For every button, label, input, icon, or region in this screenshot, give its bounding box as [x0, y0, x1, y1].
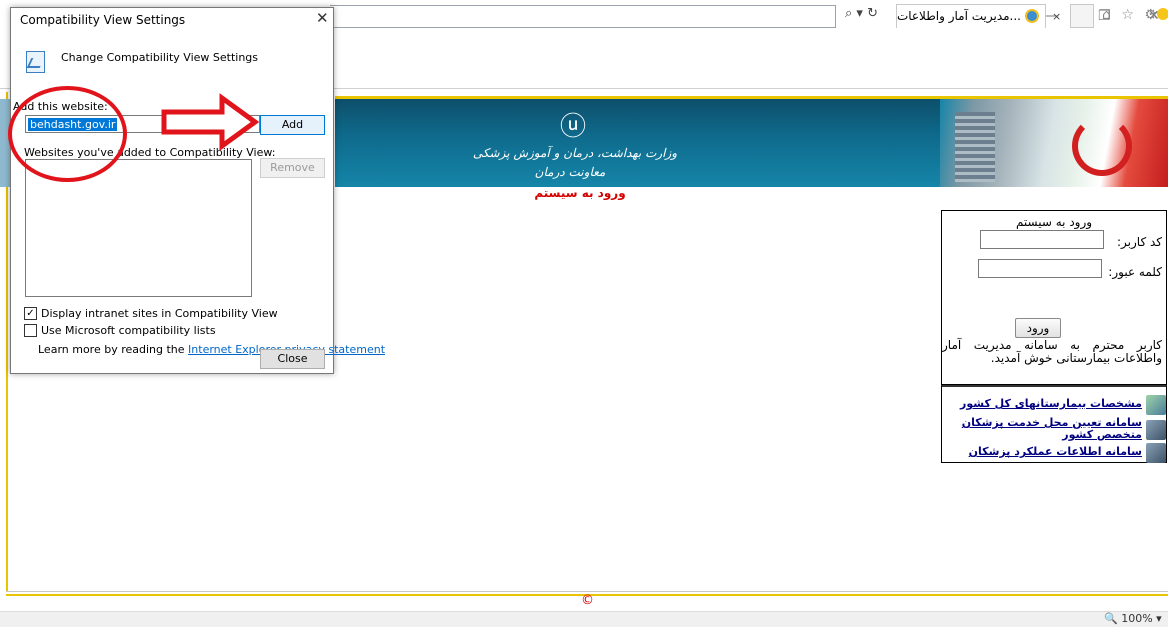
ms-lists-checkbox[interactable] [24, 324, 37, 337]
ms-lists-checkbox-label: Use Microsoft compatibility lists [41, 324, 216, 337]
toolbar-icons[interactable]: ⌂ ☆ ⚙ [1102, 7, 1160, 23]
dialog-title: Compatibility View Settings [20, 13, 186, 27]
doctor-icon [1146, 420, 1166, 440]
login-heading: ورود به سیستم [534, 186, 626, 200]
ie-logo-icon [1025, 9, 1039, 23]
password-input[interactable] [978, 259, 1102, 278]
link-hospitals-nationwide[interactable]: مشخصات بیمارستانهای کل کشور [946, 398, 1142, 410]
user-code-input[interactable] [980, 230, 1104, 249]
ministry-name: وزارت بهداشت، درمان و آموزش پزشکی [472, 146, 678, 160]
login-button[interactable]: ورود [1015, 318, 1061, 338]
status-bar [0, 611, 1168, 627]
hospital-building-image [955, 112, 995, 182]
iran-emblem-icon: ⓤ [559, 112, 586, 142]
compatibility-view-dialog: Compatibility View Settings ✕ Change Com… [10, 7, 385, 374]
hospital-building-icon [1146, 395, 1166, 415]
link-specialist-placement[interactable]: سامانه تعیین محل خدمت پزشکان متخصص کشور [946, 417, 1142, 441]
zoom-control[interactable]: 🔍 100% ▾ [1104, 612, 1162, 625]
browser-tab[interactable]: ...مدیریت آمار واطلاعات بیمار [896, 4, 1046, 28]
close-button[interactable]: Close [260, 349, 325, 369]
intranet-checkbox[interactable]: ✓ [24, 307, 37, 320]
dialog-heading: Change Compatibility View Settings [61, 51, 259, 64]
footer-divider [6, 591, 1168, 592]
annotation-arrow-icon [161, 93, 260, 151]
tab-close-button[interactable]: × [1052, 10, 1061, 23]
intranet-checkbox-label: Display intranet sites in Compatibility … [41, 307, 278, 320]
add-button[interactable]: Add [260, 115, 325, 135]
address-bar[interactable] [330, 5, 836, 28]
flag-emblem-image [1072, 116, 1132, 176]
learn-more: Learn more by reading the Internet Explo… [38, 343, 385, 356]
deputy-name: معاونت درمان [534, 165, 606, 179]
doctor-icon [1146, 443, 1166, 463]
link-doctor-performance[interactable]: سامانه اطلاعات عملکرد پزشکان [946, 446, 1142, 458]
copyright-icon: © [581, 593, 594, 608]
compatibility-view-icon [26, 51, 45, 73]
dialog-close-icon[interactable]: ✕ [316, 9, 329, 27]
annotation-circle [8, 86, 127, 182]
quick-links: مشخصات بیمارستانهای کل کشور سامانه تعیین… [941, 385, 1167, 463]
new-tab-button[interactable] [1070, 4, 1094, 28]
tab-title: ...مدیریت آمار واطلاعات بیمار [896, 9, 1021, 23]
password-label: کلمه عبور: [1108, 265, 1162, 279]
feedback-smiley-icon[interactable] [1157, 8, 1168, 20]
welcome-text: کاربر محترم به سامانه مدیریت آمار واطلاع… [942, 338, 1162, 365]
screen: { "browser": { "tab_title": "...مدیریت آ… [0, 0, 1168, 627]
remove-button[interactable]: Remove [260, 158, 325, 178]
login-box: ورود به سیستم کد کاربر: کلمه عبور: ورود … [941, 210, 1167, 385]
user-code-label: کد کاربر: [1117, 235, 1162, 249]
learn-more-text: Learn more by reading the [38, 343, 189, 356]
login-box-title: ورود به سیستم [1015, 215, 1093, 229]
search-refresh-icons[interactable]: ⌕ ▾ ↻ [845, 6, 878, 21]
